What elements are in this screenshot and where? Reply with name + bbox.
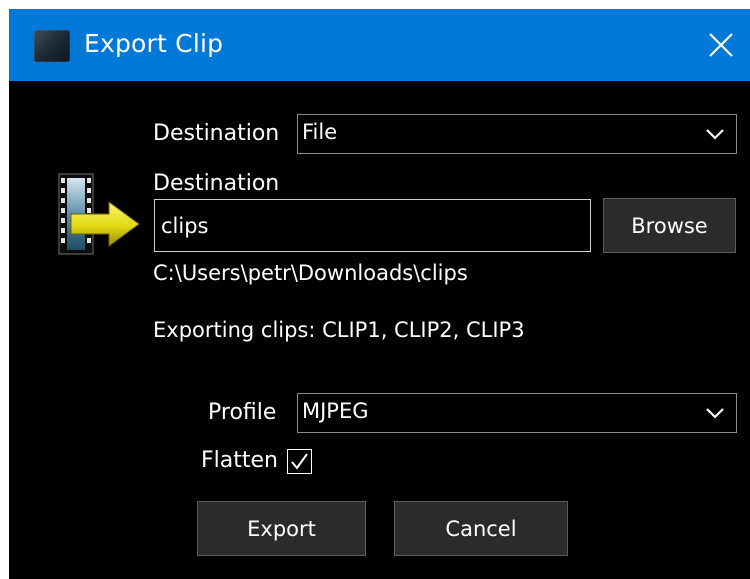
flatten-checkbox[interactable] [287, 449, 312, 474]
close-icon [709, 33, 733, 57]
destination-path-input[interactable] [155, 200, 590, 251]
export-clip-icon [58, 173, 140, 255]
window-title: Export Clip [84, 29, 224, 58]
profile-label: Profile [208, 400, 277, 425]
exporting-clips-text: Exporting clips: CLIP1, CLIP2, CLIP3 [153, 318, 525, 342]
profile-value: MJPEG [302, 399, 369, 423]
chevron-down-icon [706, 408, 724, 419]
resolved-path-text: C:\Users\petr\Downloads\clips [153, 261, 468, 285]
screenshot-frame: Export Clip Destination File Destination [0, 0, 750, 579]
destination-path-label: Destination [153, 171, 280, 196]
profile-dropdown[interactable]: MJPEG [297, 393, 737, 433]
dialog-body: Destination File Destination clips Brows… [9, 81, 750, 579]
export-clip-dialog: Export Clip Destination File Destination [9, 9, 750, 579]
browse-button[interactable]: Browse [603, 198, 736, 253]
cancel-button[interactable]: Cancel [394, 501, 568, 556]
app-icon [34, 30, 70, 62]
close-button[interactable] [694, 17, 748, 73]
checkmark-icon [291, 453, 308, 470]
chevron-down-icon [706, 129, 724, 140]
destination-type-value: File [302, 120, 338, 144]
title-bar: Export Clip [9, 9, 750, 81]
destination-path-field[interactable] [154, 199, 591, 252]
destination-type-label: Destination [153, 121, 280, 146]
destination-type-dropdown[interactable]: File [297, 114, 737, 154]
flatten-label: Flatten [201, 448, 278, 473]
export-button[interactable]: Export [197, 501, 366, 556]
